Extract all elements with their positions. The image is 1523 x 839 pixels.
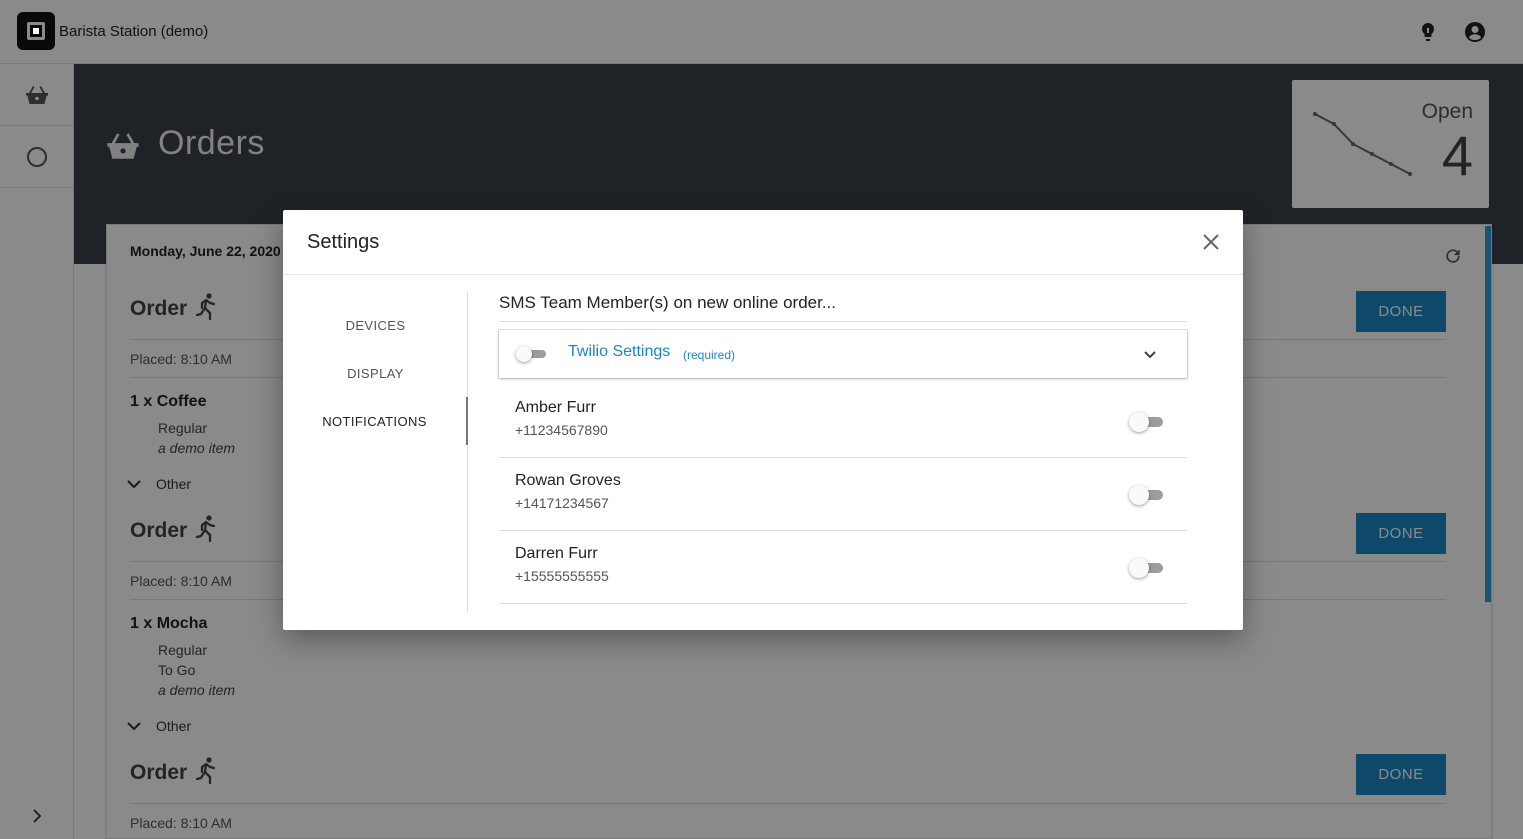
team-member-row: Amber Furr +11234567890 bbox=[499, 385, 1187, 458]
member-phone: +14171234567 bbox=[515, 495, 609, 511]
settings-nav: DEVICES DISPLAY NOTIFICATIONS bbox=[283, 291, 468, 613]
team-member-row: Rowan Groves +14171234567 bbox=[499, 458, 1187, 531]
required-hint: (required) bbox=[683, 348, 736, 362]
member-name: Darren Furr bbox=[515, 545, 598, 562]
member-name: Rowan Groves bbox=[515, 472, 621, 489]
team-member-row: Darren Furr +15555555555 bbox=[499, 531, 1187, 604]
sms-toggle[interactable] bbox=[1129, 412, 1163, 432]
tab-notifications[interactable]: NOTIFICATIONS bbox=[283, 397, 468, 445]
member-phone: +15555555555 bbox=[515, 568, 609, 584]
dialog-title: Settings bbox=[307, 231, 380, 253]
sms-toggle[interactable] bbox=[1129, 485, 1163, 505]
tab-devices[interactable]: DEVICES bbox=[283, 301, 468, 349]
member-phone: +11234567890 bbox=[515, 422, 608, 438]
dialog-header: Settings bbox=[283, 210, 1243, 275]
section-heading: SMS Team Member(s) on new online order..… bbox=[499, 293, 836, 312]
twilio-settings-label: Twilio Settings bbox=[568, 343, 671, 360]
chevron-down-icon[interactable] bbox=[1139, 344, 1161, 366]
twilio-toggle[interactable] bbox=[516, 346, 546, 362]
twilio-settings-panel[interactable]: Twilio Settings (required) bbox=[499, 330, 1187, 378]
tab-display[interactable]: DISPLAY bbox=[283, 349, 468, 397]
member-name: Amber Furr bbox=[515, 399, 596, 416]
settings-dialog: Settings DEVICES DISPLAY NOTIFICATIONS S… bbox=[283, 210, 1243, 630]
divider bbox=[499, 321, 1187, 322]
close-icon[interactable] bbox=[1201, 232, 1221, 252]
sms-toggle[interactable] bbox=[1129, 558, 1163, 578]
